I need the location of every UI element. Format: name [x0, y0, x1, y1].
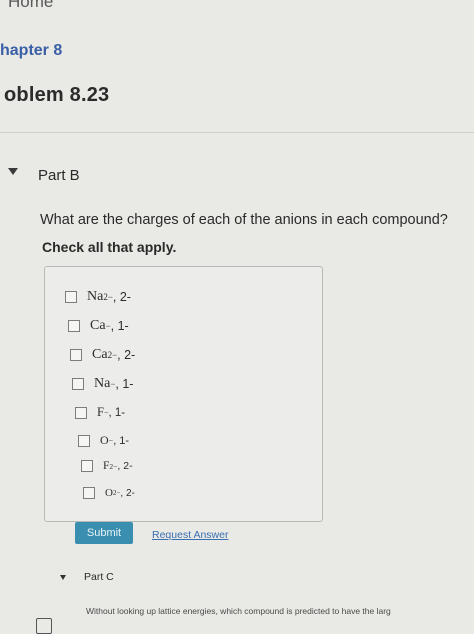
options-panel: Na 2−, 2- Ca −, 1- Ca 2−, 2- Na −, 1- F −, 1-… [44, 266, 323, 522]
option-ion-charge: 2− [109, 461, 118, 471]
checkbox[interactable] [75, 406, 87, 419]
option-na-2minus[interactable]: Na 2−, 2- [65, 289, 131, 305]
option-ion: Ca [90, 318, 106, 333]
part-b-instruction: Check all that apply. [42, 239, 177, 255]
option-o-minus[interactable]: O −, 1- [78, 433, 129, 448]
option-charge: , 1- [108, 406, 126, 419]
option-ion: Ca [92, 347, 108, 362]
collapse-caret-icon[interactable] [8, 168, 18, 175]
divider [0, 132, 474, 133]
option-ion: Na [87, 289, 104, 304]
option-charge: , 2- [117, 460, 133, 472]
option-o-2minus[interactable]: O 2−, 2- [83, 487, 135, 499]
option-charge: , 1- [113, 434, 130, 447]
part-c-header[interactable]: Part C [84, 571, 114, 583]
option-f-minus[interactable]: F −, 1- [75, 405, 125, 420]
part-b-header[interactable]: Part B [38, 167, 80, 184]
option-ion: F [97, 405, 104, 419]
option-ion-charge: 2− [107, 350, 118, 360]
problem-title: oblem 8.23 [4, 84, 110, 106]
submit-button[interactable]: Submit [75, 522, 133, 544]
option-charge: , 2- [117, 348, 136, 362]
breadcrumb-home-link[interactable]: Home [8, 0, 53, 12]
option-charge: , 2- [120, 487, 135, 499]
option-ion: O [105, 487, 113, 499]
option-charge: , 2- [112, 290, 131, 304]
option-na-minus[interactable]: Na −, 1- [72, 376, 133, 392]
checkbox[interactable] [70, 349, 82, 361]
part-c-question: Without looking up lattice energies, whi… [86, 606, 391, 616]
checkbox[interactable] [68, 320, 80, 332]
checkbox[interactable] [65, 291, 77, 303]
option-charge: , 1- [115, 377, 134, 391]
option-ion: Na [94, 376, 111, 391]
option-ion-charge: 2− [112, 489, 121, 497]
checkbox[interactable] [72, 378, 84, 390]
option-ion: O [100, 433, 109, 447]
option-ca-2minus[interactable]: Ca 2−, 2- [70, 347, 135, 363]
request-answer-link[interactable]: Request Answer [152, 529, 228, 541]
checkbox[interactable] [78, 434, 90, 447]
chapter-title: hapter 8 [0, 42, 63, 59]
checkbox[interactable] [81, 460, 93, 472]
option-f-2minus[interactable]: F 2−, 2- [81, 460, 133, 472]
expand-caret-icon[interactable] [60, 575, 66, 580]
option-ion-charge: 2− [103, 292, 113, 302]
part-b-question: What are the charges of each of the anio… [40, 212, 448, 228]
checkbox[interactable] [83, 487, 95, 499]
option-charge: , 1- [110, 319, 129, 333]
option-ca-minus[interactable]: Ca −, 1- [68, 318, 129, 334]
